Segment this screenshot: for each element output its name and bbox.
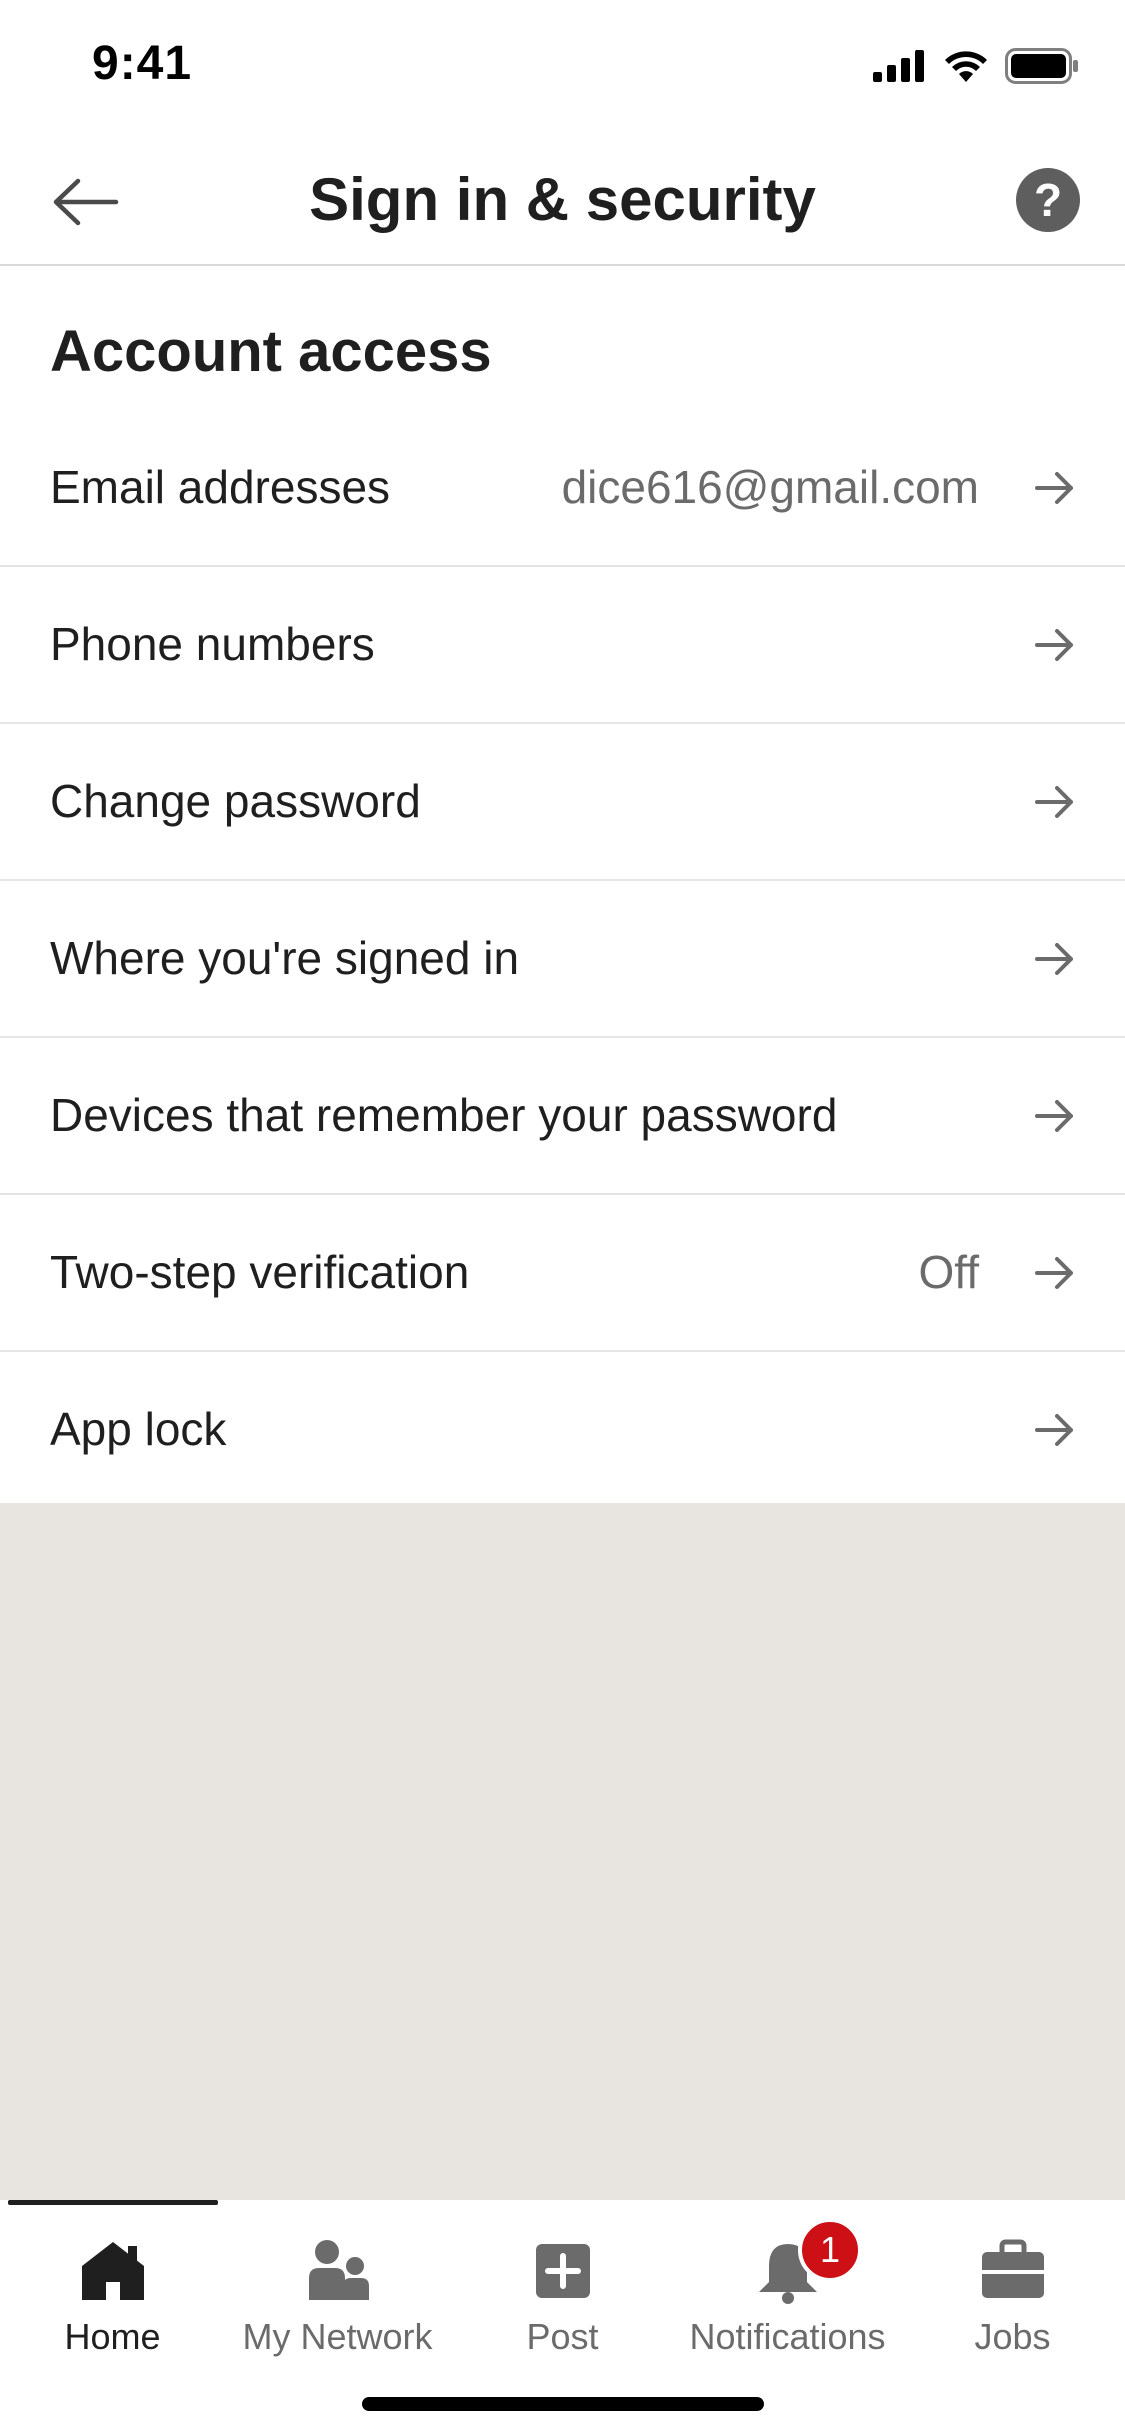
- row-value: dice616@gmail.com: [561, 461, 979, 513]
- notification-badge: 1: [798, 2218, 862, 2282]
- arrow-right-icon: [1035, 943, 1073, 975]
- help-button[interactable]: ?: [1016, 168, 1080, 232]
- arrow-right-icon: [1035, 786, 1073, 818]
- question-mark-icon: ?: [1033, 174, 1063, 226]
- tab-label: Post: [526, 2316, 599, 2357]
- empty-area: [0, 1503, 1125, 2200]
- row-phone-numbers[interactable]: Phone numbers: [0, 567, 1125, 724]
- tab-post[interactable]: Post: [450, 2210, 675, 2360]
- page-title: Sign in & security: [309, 166, 816, 233]
- row-label: Phone numbers: [50, 618, 375, 670]
- tab-jobs[interactable]: Jobs: [900, 2210, 1125, 2360]
- tab-label: Notifications: [689, 2316, 886, 2357]
- row-where-signed-in[interactable]: Where you're signed in: [0, 881, 1125, 1038]
- row-two-step-verification[interactable]: Two-step verification Off: [0, 1195, 1125, 1352]
- tab-label: Home: [64, 2316, 161, 2357]
- row-app-lock[interactable]: App lock: [0, 1352, 1125, 1510]
- home-indicator: [362, 2397, 764, 2411]
- row-label: App lock: [50, 1403, 227, 1455]
- row-label: Change password: [50, 775, 421, 827]
- arrow-right-icon: [1035, 1100, 1073, 1132]
- header-bar: Sign in & security ?: [0, 140, 1125, 266]
- row-email-addresses[interactable]: Email addresses dice616@gmail.com: [0, 410, 1125, 567]
- home-icon: [81, 2242, 144, 2300]
- tab-label: My Network: [242, 2316, 433, 2357]
- row-devices-remember-password[interactable]: Devices that remember your password: [0, 1038, 1125, 1195]
- bottom-tab-bar: Home My Network Post 1 Notifications Job…: [0, 2200, 1125, 2436]
- status-time: 9:41: [92, 37, 193, 90]
- wifi-icon: [945, 51, 987, 82]
- arrow-right-icon: [1035, 629, 1073, 661]
- arrow-right-icon: [1035, 472, 1073, 504]
- section-title: Account access: [50, 319, 492, 384]
- row-label: Email addresses: [50, 461, 391, 513]
- row-value: Off: [918, 1246, 979, 1298]
- tab-notifications[interactable]: 1 Notifications: [675, 2210, 900, 2360]
- row-label: Devices that remember your password: [50, 1089, 838, 1141]
- settings-list: Email addresses dice616@gmail.com Phone …: [0, 410, 1125, 1510]
- tab-label: Jobs: [974, 2316, 1051, 2357]
- cellular-signal-icon: [873, 50, 924, 82]
- row-label: Two-step verification: [50, 1246, 470, 1298]
- row-label: Where you're signed in: [50, 932, 520, 984]
- status-bar: 9:41: [0, 0, 1125, 140]
- active-tab-indicator: [8, 2200, 218, 2205]
- plus-square-icon: [535, 2244, 590, 2298]
- arrow-right-icon: [1035, 1257, 1073, 1289]
- row-change-password[interactable]: Change password: [0, 724, 1125, 881]
- battery-icon: [1005, 48, 1078, 84]
- tab-my-network[interactable]: My Network: [225, 2210, 450, 2360]
- tab-home[interactable]: Home: [0, 2210, 225, 2360]
- arrow-right-icon: [1035, 1414, 1073, 1446]
- status-icons: [873, 48, 1079, 84]
- briefcase-icon: [981, 2239, 1044, 2298]
- people-icon: [308, 2240, 369, 2300]
